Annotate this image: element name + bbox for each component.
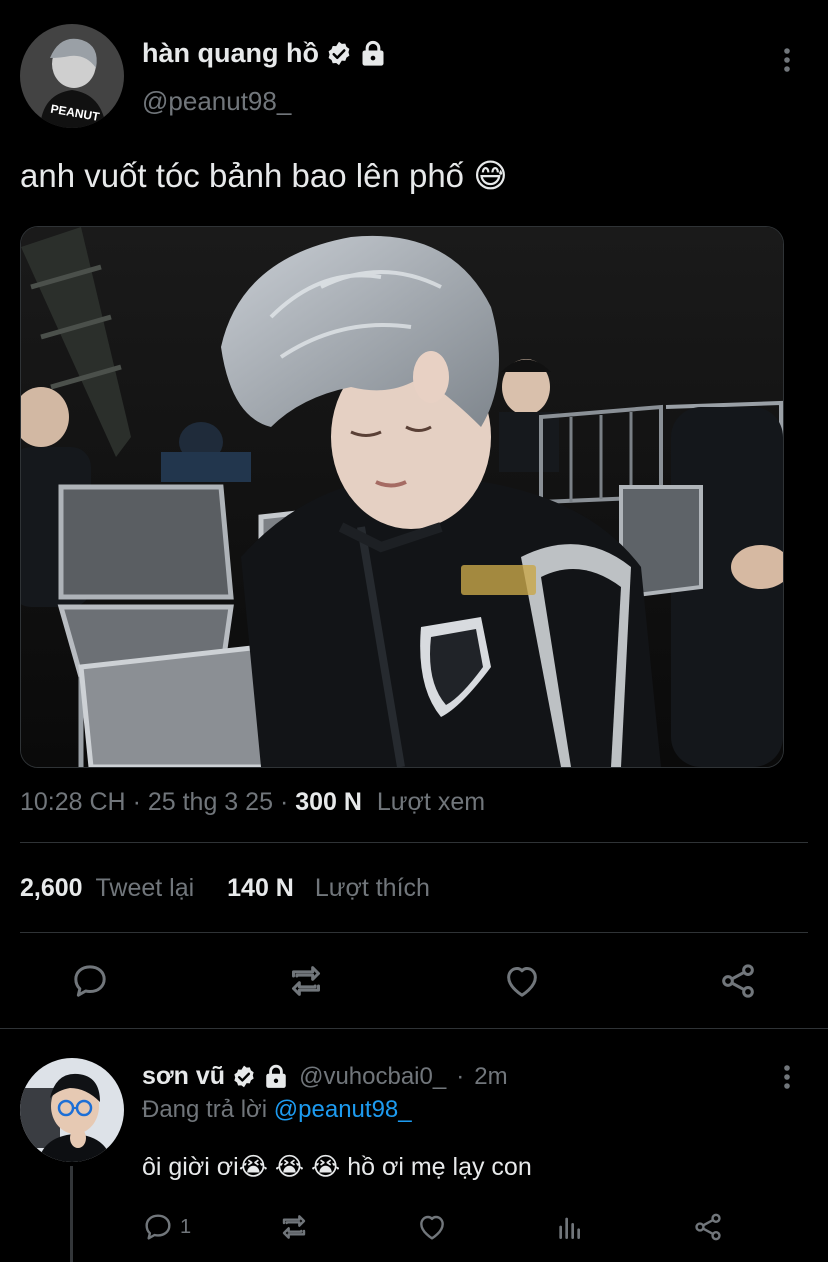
reply-text: ôi giời ơi😭 😭 😭 hồ ơi mẹ lạy con <box>142 1152 532 1182</box>
likes-count: 140 N <box>227 874 294 902</box>
tweet-time[interactable]: 10:28 CH <box>20 788 126 816</box>
reply-author-name-text: sơn vũ <box>142 1062 226 1090</box>
reply-age[interactable]: 2m <box>474 1063 507 1091</box>
tweet-stats: 2,600 Tweet lại 140 N Lượt thích <box>20 874 430 903</box>
reply-icon[interactable] <box>70 961 110 1001</box>
tweet-text: anh vuốt tóc bảnh bao lên phố 😅 <box>20 156 508 195</box>
reply-header: sơn vũ @vuhocbai0_ · 2m <box>142 1062 508 1091</box>
reply-author-handle[interactable]: @vuhocbai0_ <box>299 1063 446 1091</box>
retweet-stat[interactable]: 2,600 Tweet lại <box>20 874 201 902</box>
author-display-name[interactable]: hàn quang hồ <box>142 38 387 69</box>
tweet-photo[interactable] <box>20 226 784 768</box>
replying-to: Đang trả lời @peanut98_ <box>142 1096 412 1124</box>
more-options-icon[interactable] <box>775 45 799 75</box>
reply-more-options-icon[interactable] <box>775 1062 799 1092</box>
author-handle[interactable]: @peanut98_ <box>142 86 291 117</box>
like-stat[interactable]: 140 N Lượt thích <box>227 874 430 902</box>
verified-badge-icon <box>325 40 353 68</box>
retweets-label: Tweet lại <box>95 874 195 902</box>
tweet-meta: 10:28 CH · 25 thg 3 25 · 300 N Lượt xem <box>20 788 485 817</box>
verified-badge-icon <box>231 1064 257 1090</box>
author-avatar[interactable]: PEANUT <box>20 24 124 128</box>
share-icon[interactable] <box>692 1211 724 1243</box>
reply-separator: · <box>456 1062 465 1090</box>
views-count: 300 N <box>295 788 362 816</box>
section-divider <box>0 1028 828 1029</box>
lock-icon <box>263 1064 289 1090</box>
like-icon[interactable] <box>416 1211 448 1243</box>
reply-author-avatar[interactable] <box>20 1058 124 1162</box>
author-name-text: hàn quang hồ <box>142 38 319 68</box>
reply-count: 1 <box>180 1215 192 1238</box>
retweets-count: 2,600 <box>20 874 83 902</box>
reply-text-head: ôi giời ơi <box>142 1153 239 1181</box>
thread-line <box>70 1166 73 1262</box>
reply-emojis: 😭 😭 😭 <box>238 1153 341 1181</box>
tweet-text-body: anh vuốt tóc bảnh bao lên phố <box>20 157 465 194</box>
replying-to-link[interactable]: @peanut98_ <box>274 1096 412 1123</box>
tweet-emoji: 😅 <box>473 157 508 194</box>
tweet-date[interactable]: 25 thg 3 25 <box>148 788 273 816</box>
reply-reply-action[interactable]: 1 <box>142 1211 191 1243</box>
views-label: Lượt xem <box>376 788 486 816</box>
retweet-icon[interactable] <box>278 1211 310 1243</box>
likes-label: Lượt thích <box>314 874 430 902</box>
divider <box>20 932 808 933</box>
replying-to-prefix: Đang trả lời <box>142 1096 268 1123</box>
reply-text-tail: hồ ơi mẹ lạy con <box>347 1153 532 1181</box>
reply-icon[interactable] <box>142 1211 174 1243</box>
analytics-icon[interactable] <box>554 1211 586 1243</box>
meta-separator-2: · <box>279 788 289 816</box>
divider <box>20 842 808 843</box>
like-icon[interactable] <box>502 961 542 1001</box>
meta-separator: · <box>132 788 141 816</box>
reply-author-name[interactable]: sơn vũ <box>142 1062 289 1091</box>
lock-icon <box>359 40 387 68</box>
share-icon[interactable] <box>718 961 758 1001</box>
tweet-photo-image <box>21 227 783 767</box>
retweet-icon[interactable] <box>286 961 326 1001</box>
